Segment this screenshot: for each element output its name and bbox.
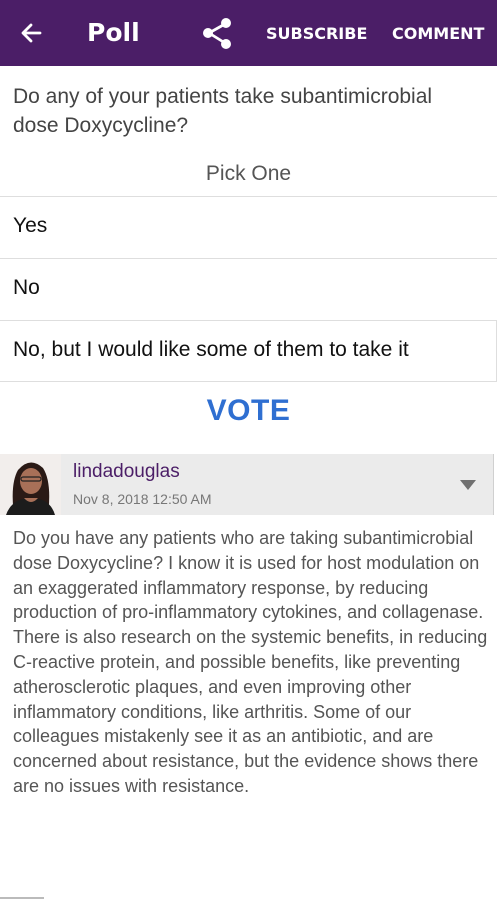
- divider: [0, 381, 497, 382]
- chevron-down-icon: [460, 480, 476, 490]
- arrow-left-icon: [21, 23, 42, 43]
- poll-question: Do any of your patients take subantimicr…: [13, 85, 433, 137]
- back-button[interactable]: [18, 17, 52, 49]
- comment-body: Do you have any patients who are taking …: [13, 528, 488, 796]
- poll-option-label: No, but I would like some of them to tak…: [13, 338, 409, 361]
- comment-username[interactable]: lindadouglas: [73, 461, 180, 483]
- poll-option-yes[interactable]: Yes: [0, 196, 497, 257]
- vote-button[interactable]: VOTE: [0, 394, 497, 428]
- comment-button[interactable]: COMMENT: [392, 24, 484, 43]
- comment-menu-button[interactable]: [459, 478, 477, 490]
- divider: [0, 897, 44, 899]
- avatar[interactable]: [0, 454, 61, 515]
- poll-option-label: Yes: [13, 214, 48, 237]
- poll-option-no-but[interactable]: No, but I would like some of them to tak…: [0, 320, 497, 381]
- share-icon: [203, 18, 231, 49]
- comment-timestamp: Nov 8, 2018 12:50 AM: [73, 491, 212, 507]
- poll-option-label: No: [13, 276, 40, 299]
- share-button[interactable]: [199, 15, 237, 51]
- poll-option-no[interactable]: No: [0, 258, 497, 319]
- page-title: Poll: [87, 18, 140, 47]
- app-bar: Poll SUBSCRIBE COMMENT: [0, 0, 497, 66]
- subscribe-button[interactable]: SUBSCRIBE: [266, 24, 367, 43]
- poll-instruction: Pick One: [205, 162, 292, 185]
